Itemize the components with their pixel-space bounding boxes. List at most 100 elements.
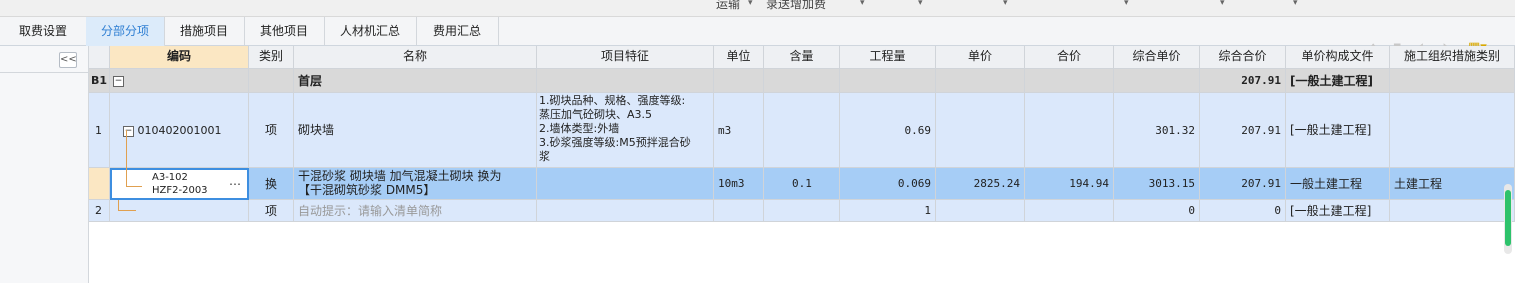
name-cell[interactable]: 首层 — [294, 69, 537, 93]
feature-line: 蒸压加气砼砌块、A3.5 — [539, 108, 653, 121]
col-header-content[interactable]: 含量 — [764, 46, 840, 69]
chevron-down-icon[interactable]: ▾ — [1220, 0, 1225, 8]
unit-cell[interactable]: m3 — [714, 93, 764, 168]
row-header-corner — [89, 46, 110, 69]
measure-type-cell[interactable] — [1390, 93, 1515, 168]
measure-type-cell[interactable] — [1390, 200, 1515, 222]
chevron-down-icon[interactable]: ▾ — [1293, 0, 1298, 8]
name-line: 【干混砌筑砂浆 DMM5】 — [298, 183, 436, 197]
measure-type-cell[interactable]: 土建工程 — [1390, 168, 1515, 200]
top-toolbar-strip: 运输 ▾ 录送增加费 ▾ ▾ ▾ ▾ ▾ ▾ — [0, 0, 1515, 17]
tree-connector — [118, 210, 136, 212]
features-cell[interactable] — [537, 200, 714, 222]
col-header-code[interactable]: 编码 — [110, 46, 249, 69]
features-cell[interactable]: 1.砌块品种、规格、强度等级: 蒸压加气砼砌块、A3.5 2.墙体类型:外墙 3… — [537, 93, 714, 168]
comp-total-cell[interactable]: 207.91 — [1200, 93, 1286, 168]
row-index[interactable] — [89, 168, 110, 200]
menu-transport[interactable]: 运输 — [716, 0, 740, 12]
tab-other-items[interactable]: 其他项目 — [244, 17, 325, 45]
type-cell[interactable]: 项 — [249, 200, 294, 222]
name-cell[interactable]: 砌块墙 — [294, 93, 537, 168]
total-cell[interactable] — [1025, 200, 1114, 222]
unit-price-cell[interactable]: 2825.24 — [936, 168, 1025, 200]
tree-connector — [118, 200, 120, 210]
collapse-panel-button[interactable]: << — [59, 52, 77, 68]
col-header-quantity[interactable]: 工程量 — [840, 46, 936, 69]
unit-cell[interactable]: 10m3 — [714, 168, 764, 200]
col-header-total[interactable]: 合价 — [1025, 46, 1114, 69]
unit-price-cell[interactable] — [936, 69, 1025, 93]
content-cell[interactable]: 0.1 — [764, 168, 840, 200]
total-cell[interactable] — [1025, 69, 1114, 93]
more-options-button[interactable]: ⋯ — [229, 177, 241, 191]
chevron-down-icon[interactable]: ▾ — [1003, 0, 1008, 8]
row-index[interactable]: B1 — [89, 69, 110, 93]
col-header-measure-type[interactable]: 施工组织措施类别 — [1390, 46, 1515, 69]
price-file-cell[interactable]: 一般土建工程 — [1286, 168, 1390, 200]
content-cell[interactable] — [764, 93, 840, 168]
col-header-unit-price[interactable]: 单价 — [936, 46, 1025, 69]
tab-fee-settings[interactable]: 取费设置 — [0, 17, 87, 45]
chevron-down-icon[interactable]: ▾ — [748, 0, 753, 8]
total-cell[interactable] — [1025, 93, 1114, 168]
comp-total-cell[interactable]: 207.91 — [1200, 69, 1286, 93]
quantity-cell[interactable] — [840, 69, 936, 93]
code-cell[interactable]: − 010402001001 — [110, 93, 249, 168]
type-cell[interactable]: 换 — [249, 168, 294, 200]
col-header-price-file[interactable]: 单价构成文件 — [1286, 46, 1390, 69]
features-cell[interactable] — [537, 69, 714, 93]
comp-unit-price-cell[interactable]: 3013.15 — [1114, 168, 1200, 200]
col-header-name[interactable]: 名称 — [294, 46, 537, 69]
col-header-comp-unit-price[interactable]: 综合单价 — [1114, 46, 1200, 69]
tab-labor-material-summary[interactable]: 人材机汇总 — [324, 17, 417, 45]
collapse-toggle-icon[interactable]: − — [123, 125, 134, 137]
unit-price-cell[interactable] — [936, 200, 1025, 222]
total-cell[interactable]: 194.94 — [1025, 168, 1114, 200]
type-cell[interactable] — [249, 69, 294, 93]
quantity-cell[interactable]: 0.069 — [840, 168, 936, 200]
comp-unit-price-cell[interactable]: 0 — [1114, 200, 1200, 222]
features-cell[interactable] — [537, 168, 714, 200]
name-cell[interactable]: 干混砂浆 砌块墙 加气混凝土砌块 换为 【干混砌筑砂浆 DMM5】 — [294, 168, 537, 200]
unit-cell[interactable] — [714, 69, 764, 93]
row-index[interactable]: 1 — [89, 93, 110, 168]
name-hint-cell[interactable]: 自动提示：请输入清单简称 — [294, 200, 537, 222]
content-cell[interactable] — [764, 69, 840, 93]
content-cell[interactable] — [764, 200, 840, 222]
type-cell[interactable]: 项 — [249, 93, 294, 168]
tab-cost-summary[interactable]: 费用汇总 — [416, 17, 499, 45]
name-line: 干混砂浆 砌块墙 加气混凝土砌块 换为 — [298, 169, 502, 183]
feature-line: 2.墙体类型:外墙 — [539, 122, 620, 135]
code-cell[interactable]: − — [110, 69, 249, 93]
feature-line: 1.砌块品种、规格、强度等级: — [539, 94, 686, 107]
price-file-cell[interactable]: [一般土建工程] — [1286, 69, 1390, 93]
quantity-cell[interactable]: 1 — [840, 200, 936, 222]
bill-grid: 编码 类别 名称 项目特征 单位 含量 工程量 单价 合价 综合单价 综合合价 … — [89, 46, 1515, 283]
col-header-unit[interactable]: 单位 — [714, 46, 764, 69]
divider — [0, 72, 88, 73]
quantity-cell[interactable]: 0.69 — [840, 93, 936, 168]
chevron-down-icon[interactable]: ▾ — [860, 0, 865, 8]
tab-measures[interactable]: 措施项目 — [164, 17, 245, 45]
unit-cell[interactable] — [714, 200, 764, 222]
feature-line: 浆 — [539, 150, 550, 163]
chevron-down-icon[interactable]: ▾ — [1124, 0, 1129, 8]
price-file-cell[interactable]: [一般土建工程] — [1286, 200, 1390, 222]
comp-total-cell[interactable]: 207.91 — [1200, 168, 1286, 200]
unit-price-cell[interactable] — [936, 93, 1025, 168]
measure-type-cell[interactable] — [1390, 69, 1515, 93]
col-header-comp-total[interactable]: 综合合价 — [1200, 46, 1286, 69]
chevron-down-icon[interactable]: ▾ — [918, 0, 923, 8]
price-file-cell[interactable]: [一般土建工程] — [1286, 93, 1390, 168]
tab-subitems[interactable]: 分部分项 — [86, 17, 165, 47]
feature-line: 3.砂浆强度等级:M5预拌混合砂 — [539, 136, 691, 149]
menu-surcharge[interactable]: 录送增加费 — [766, 0, 826, 12]
row-index[interactable]: 2 — [89, 200, 110, 222]
comp-unit-price-cell[interactable]: 301.32 — [1114, 93, 1200, 168]
col-header-type[interactable]: 类别 — [249, 46, 294, 69]
col-header-features[interactable]: 项目特征 — [537, 46, 714, 69]
vertical-scrollbar-thumb[interactable] — [1505, 190, 1511, 246]
collapse-toggle-icon[interactable]: − — [113, 76, 124, 87]
comp-unit-price-cell[interactable] — [1114, 69, 1200, 93]
comp-total-cell[interactable]: 0 — [1200, 200, 1286, 222]
